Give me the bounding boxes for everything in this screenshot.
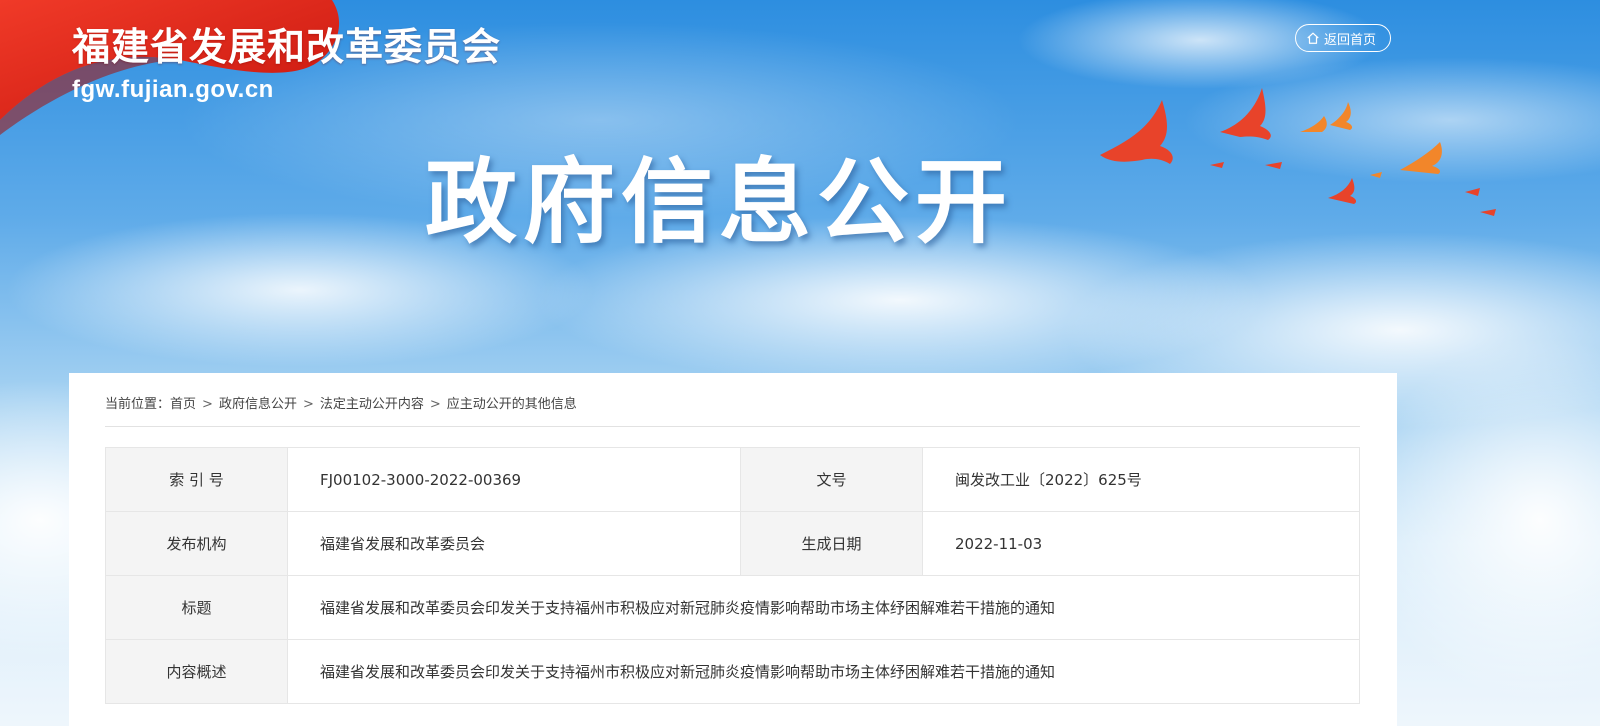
date-value: 2022-11-03 bbox=[922, 511, 1360, 576]
site-logo[interactable]: 福建省发展和改革委员会 fgw.fujian.gov.cn bbox=[72, 24, 501, 104]
breadcrumb-prefix: 当前位置： bbox=[105, 397, 171, 412]
breadcrumb-item-other-info[interactable]: 应主动公开的其他信息 bbox=[447, 395, 577, 415]
breadcrumb: 当前位置： 首页 > 政府信息公开 > 法定主动公开内容 > 应主动公开的其他信… bbox=[105, 395, 1360, 427]
info-panel: 当前位置： 首页 > 政府信息公开 > 法定主动公开内容 > 应主动公开的其他信… bbox=[69, 373, 1397, 726]
breadcrumb-item-gov-info[interactable]: 政府信息公开 bbox=[219, 395, 297, 415]
birds-decoration bbox=[1100, 88, 1496, 216]
summary-label: 内容概述 bbox=[105, 639, 288, 704]
publisher-value: 福建省发展和改革委员会 bbox=[287, 511, 741, 576]
table-row: 内容概述 福建省发展和改革委员会印发关于支持福州市积极应对新冠肺炎疫情影响帮助市… bbox=[105, 639, 1360, 704]
breadcrumb-separator: > bbox=[202, 397, 213, 412]
table-row: 标题 福建省发展和改革委员会印发关于支持福州市积极应对新冠肺炎疫情影响帮助市场主… bbox=[105, 575, 1360, 640]
breadcrumb-item-statutory[interactable]: 法定主动公开内容 bbox=[320, 395, 424, 415]
index-label: 索 引 号 bbox=[105, 447, 288, 512]
breadcrumb-separator: > bbox=[302, 397, 314, 412]
publisher-label: 发布机构 bbox=[105, 511, 288, 576]
table-row: 索 引 号 FJ00102-3000-2022-00369 文号 闽发改工业〔2… bbox=[105, 447, 1360, 512]
table-row: 发布机构 福建省发展和改革委员会 生成日期 2022-11-03 bbox=[105, 511, 1360, 576]
index-value: FJ00102-3000-2022-00369 bbox=[287, 447, 741, 512]
home-button-label: 返回首页 bbox=[1324, 32, 1377, 48]
summary-value: 福建省发展和改革委员会印发关于支持福州市积极应对新冠肺炎疫情影响帮助市场主体纾困… bbox=[287, 639, 1360, 704]
banner-title: 政府信息公开 bbox=[425, 149, 1014, 256]
document-info-table: 索 引 号 FJ00102-3000-2022-00369 文号 闽发改工业〔2… bbox=[105, 447, 1360, 704]
home-button[interactable]: 返回首页 bbox=[1295, 24, 1392, 52]
org-name: 福建省发展和改革委员会 bbox=[72, 24, 502, 69]
breadcrumb-item-home[interactable]: 首页 bbox=[170, 395, 196, 415]
site-url: fgw.fujian.gov.cn bbox=[72, 76, 274, 103]
home-icon bbox=[1307, 32, 1319, 44]
title-label: 标题 bbox=[105, 575, 288, 640]
title-value: 福建省发展和改革委员会印发关于支持福州市积极应对新冠肺炎疫情影响帮助市场主体纾困… bbox=[287, 575, 1360, 640]
date-label: 生成日期 bbox=[740, 511, 923, 576]
breadcrumb-separator: > bbox=[429, 397, 441, 412]
docno-value: 闽发改工业〔2022〕625号 bbox=[922, 447, 1360, 512]
docno-label: 文号 bbox=[740, 447, 923, 512]
